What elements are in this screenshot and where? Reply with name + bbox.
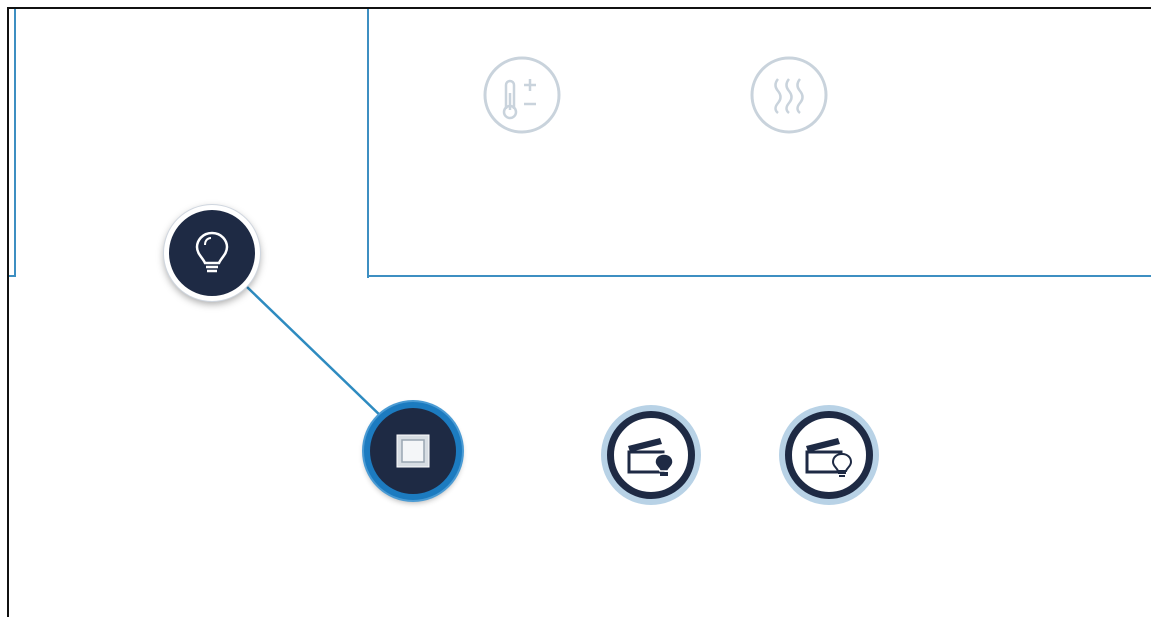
heating-button[interactable] bbox=[749, 55, 829, 135]
scene-clapper-bulb-filled-icon bbox=[627, 438, 674, 476]
thermometer-plus-minus-icon bbox=[483, 56, 561, 134]
heating-waves-icon bbox=[750, 56, 828, 134]
link-line bbox=[245, 285, 386, 421]
lightbulb-button[interactable] bbox=[164, 205, 260, 301]
room-wall-left-stub bbox=[9, 275, 16, 277]
room-wall-right-bottom bbox=[367, 275, 1151, 277]
room-wall-right-vertical bbox=[367, 9, 369, 278]
room-wall-left bbox=[14, 9, 16, 277]
lightbulb-icon bbox=[195, 231, 229, 273]
thermostat-button[interactable] bbox=[482, 55, 562, 135]
switch-button[interactable] bbox=[364, 402, 462, 500]
switch-icon bbox=[396, 434, 430, 468]
scene-button-2[interactable] bbox=[785, 411, 873, 499]
scene-button-1[interactable] bbox=[607, 411, 695, 499]
frame-top-border bbox=[7, 7, 1151, 9]
scene-clapper-bulb-outline-icon bbox=[805, 438, 853, 477]
floorplan-canvas bbox=[0, 0, 1151, 617]
frame-left-border bbox=[7, 7, 9, 617]
